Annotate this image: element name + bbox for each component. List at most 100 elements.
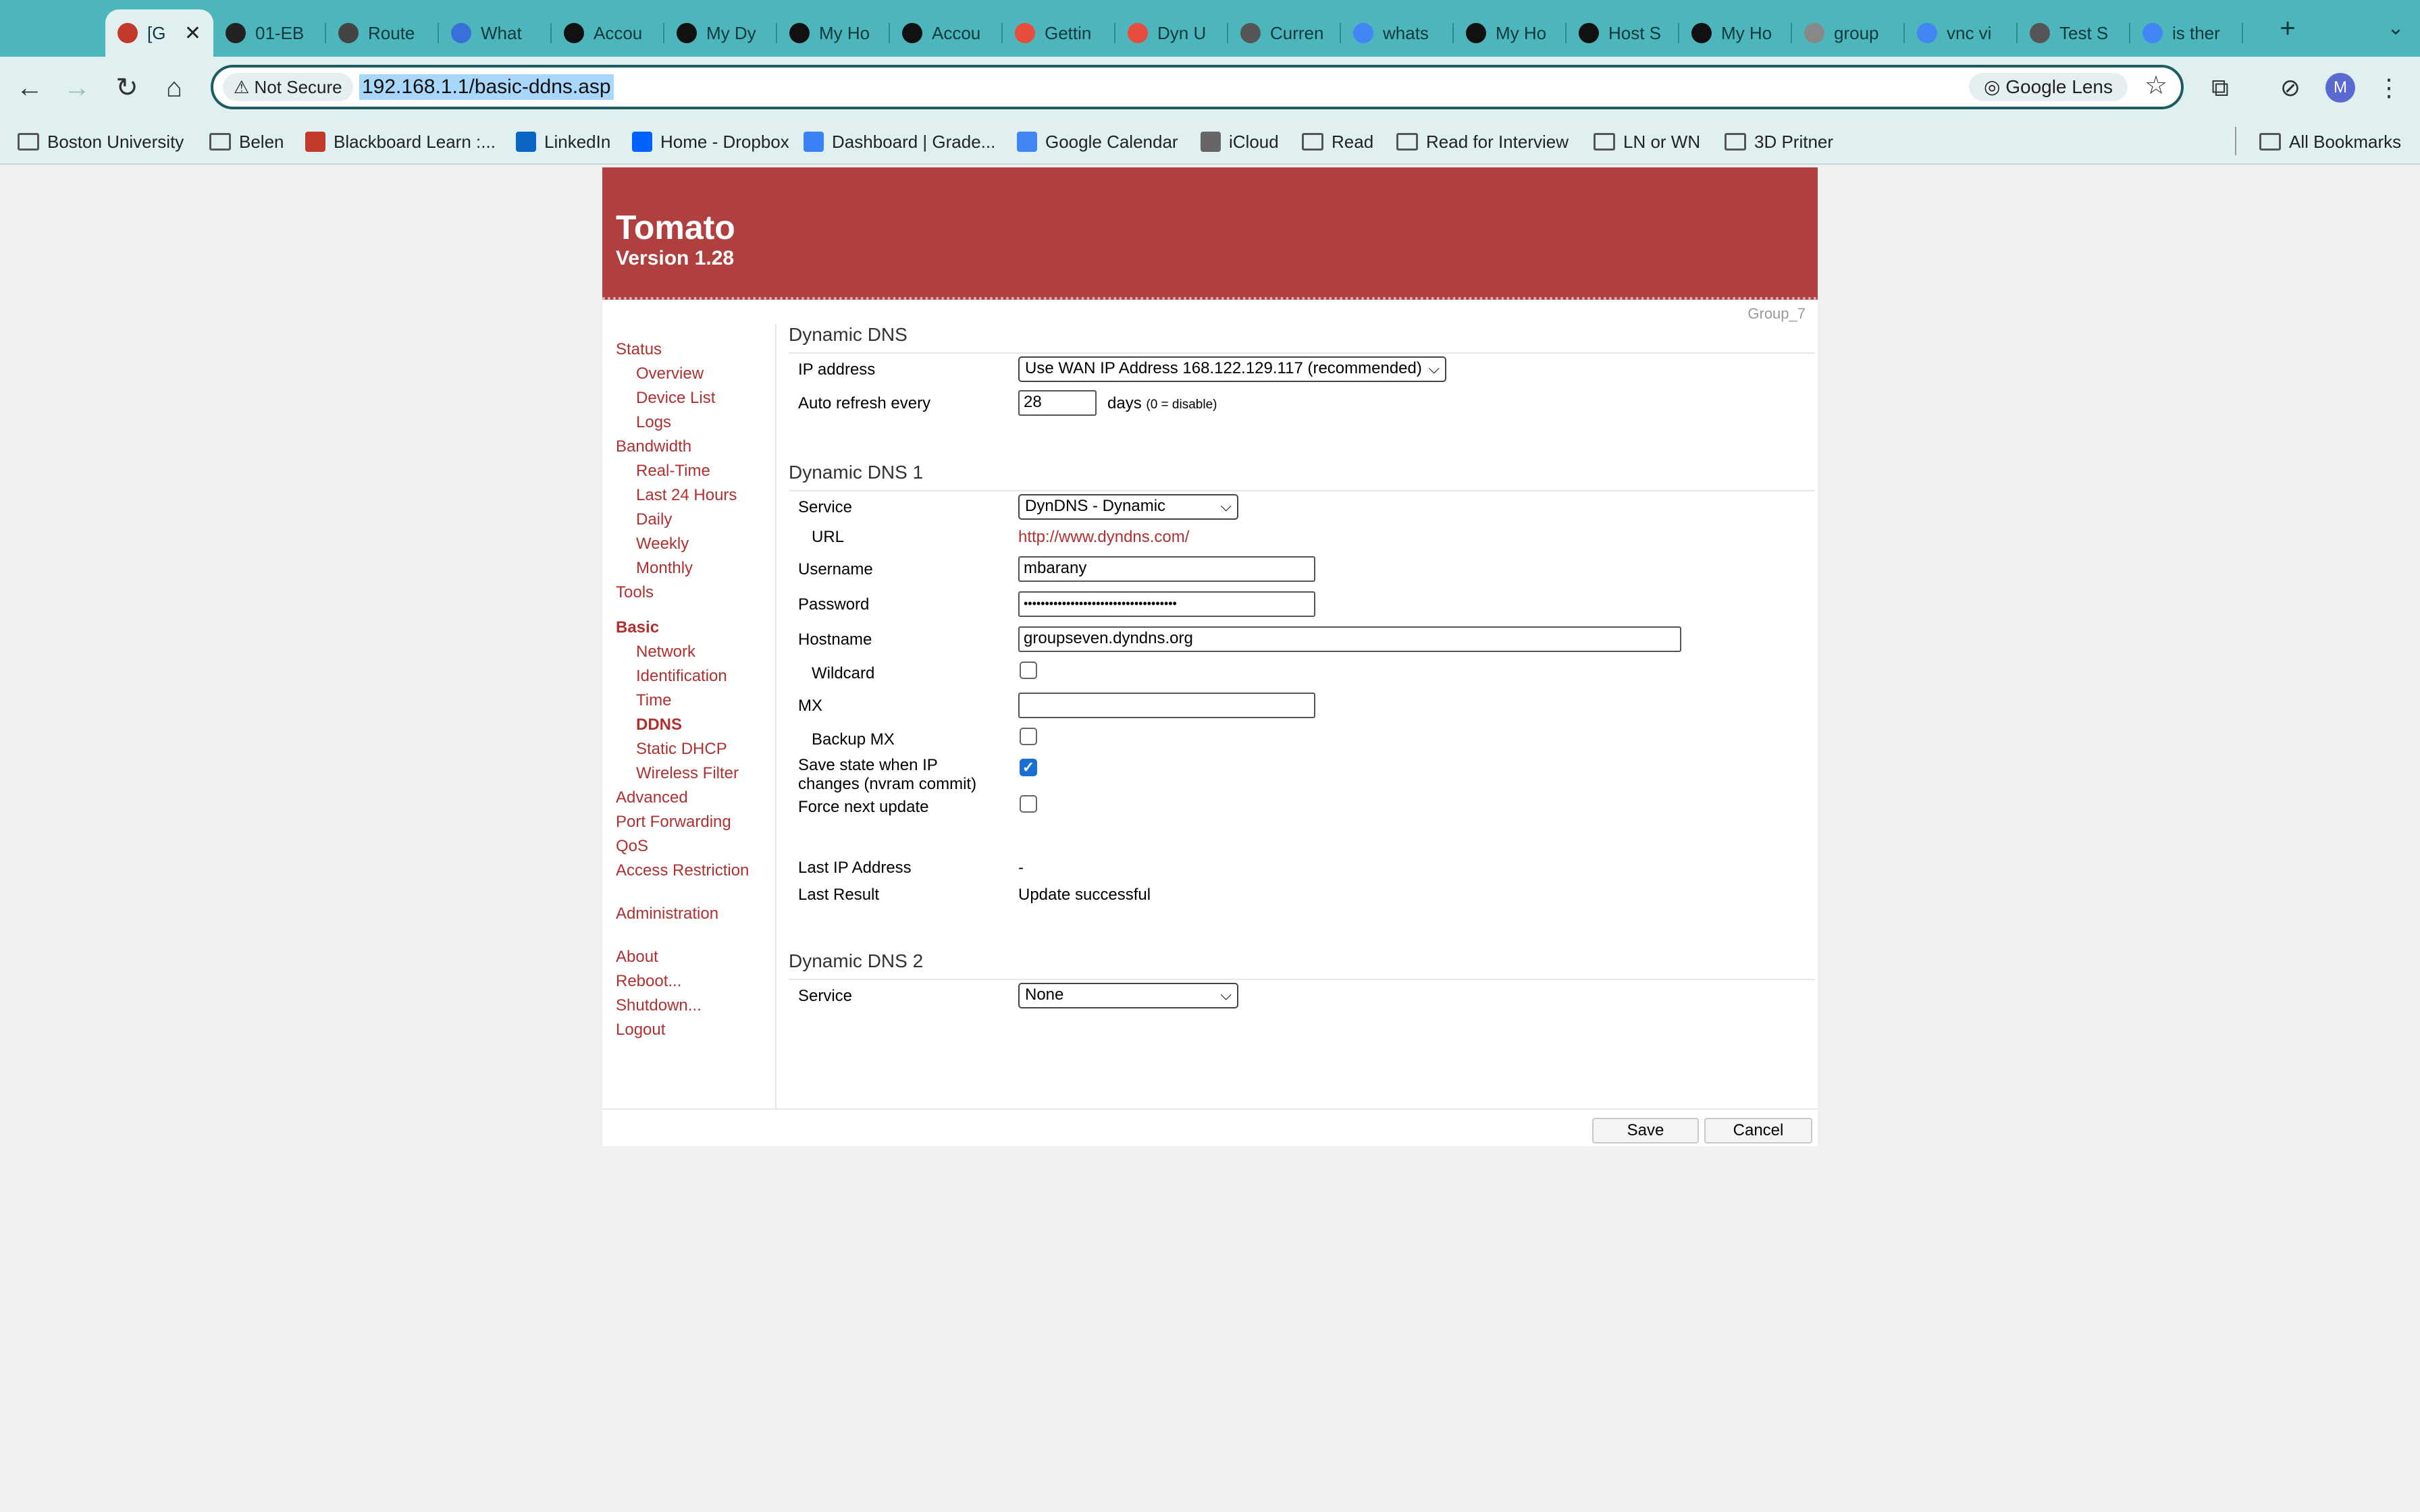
- google-lens-button[interactable]: ◎ Google Lens: [1969, 73, 2128, 101]
- sidebar-item-wireless-filter[interactable]: Wireless Filter: [636, 764, 739, 783]
- browser-tab[interactable]: [G ✕: [105, 9, 213, 57]
- wildcard-label: Wildcard: [812, 664, 875, 682]
- browser-tab[interactable]: Dyn U: [1115, 9, 1228, 57]
- sidebar-item-bandwidth[interactable]: Bandwidth: [616, 437, 691, 456]
- browser-tab[interactable]: Gettin: [1003, 9, 1115, 57]
- bookmark-item[interactable]: Read: [1302, 128, 1373, 155]
- sidebar-item-identification[interactable]: Identification: [636, 667, 727, 686]
- bookmark-item[interactable]: LN or WN: [1594, 128, 1700, 155]
- sidebar-item-daily[interactable]: Daily: [636, 510, 672, 529]
- bookmark-item[interactable]: Blackboard Learn :...: [305, 128, 496, 155]
- sidebar-item-logs[interactable]: Logs: [636, 413, 671, 432]
- browser-tab[interactable]: group: [1792, 9, 1905, 57]
- sidebar-item-network[interactable]: Network: [636, 643, 695, 662]
- auto-refresh-input[interactable]: 28: [1018, 390, 1097, 416]
- forward-icon[interactable]: →: [55, 66, 99, 109]
- mx-input[interactable]: [1018, 693, 1315, 718]
- sidebar-item-ddns[interactable]: DDNS: [636, 716, 682, 734]
- sidebar-item-tools[interactable]: Tools: [616, 583, 654, 602]
- sidebar-item-last-24-hours[interactable]: Last 24 Hours: [636, 486, 737, 505]
- sidebar-item-port-forwarding[interactable]: Port Forwarding: [616, 813, 731, 832]
- sidebar-item-reboot[interactable]: Reboot...: [616, 972, 681, 991]
- bookmark-item[interactable]: Belen: [209, 128, 284, 155]
- sidebar-item-advanced[interactable]: Advanced: [616, 788, 688, 807]
- force-update-checkbox[interactable]: [1020, 795, 1037, 813]
- browser-tab[interactable]: My Ho: [1454, 9, 1567, 57]
- browser-tab[interactable]: Route: [326, 9, 439, 57]
- sidebar-item-access-restriction[interactable]: Access Restriction: [616, 861, 749, 880]
- sidebar-item-device-list[interactable]: Device List: [636, 389, 715, 408]
- hostname-input[interactable]: groupseven.dyndns.org: [1018, 626, 1681, 652]
- service-url-link[interactable]: http://www.dyndns.com/: [1018, 528, 1189, 547]
- back-icon[interactable]: ←: [8, 66, 51, 109]
- sidebar-item-overview[interactable]: Overview: [636, 364, 704, 383]
- browser-tab[interactable]: My Ho: [777, 9, 890, 57]
- menu-kebab-icon[interactable]: ⋮: [2369, 68, 2409, 108]
- cancel-button[interactable]: Cancel: [1704, 1118, 1812, 1143]
- sidebar-item-real-time[interactable]: Real-Time: [636, 462, 710, 481]
- section-dynamic-dns-2: Dynamic DNS 2: [789, 950, 1815, 980]
- browser-tab[interactable]: My Ho: [1679, 9, 1792, 57]
- browser-chrome: [G ✕ 01-EB Route What Accou My Dy My Ho Accou Get…: [0, 0, 2420, 165]
- service-2-select[interactable]: None ⌵: [1018, 983, 1238, 1008]
- tab-favicon-icon: [677, 23, 697, 43]
- reload-icon[interactable]: ↻: [105, 66, 149, 109]
- wildcard-checkbox[interactable]: [1020, 662, 1037, 679]
- bookmark-item[interactable]: Google Calendar: [1017, 128, 1178, 155]
- bookmark-star-icon[interactable]: ☆: [2145, 70, 2167, 101]
- save-state-checkbox[interactable]: ✓: [1020, 759, 1037, 776]
- folder-icon: [18, 133, 39, 151]
- all-bookmarks-button[interactable]: All Bookmarks: [2259, 128, 2401, 155]
- bookmark-item[interactable]: Home - Dropbox: [632, 128, 789, 155]
- new-tab-icon[interactable]: +: [2269, 9, 2307, 47]
- sidebar-item-qos[interactable]: QoS: [616, 837, 648, 856]
- mx-label: MX: [798, 697, 822, 715]
- save-button[interactable]: Save: [1592, 1118, 1699, 1143]
- bookmark-item[interactable]: Boston University: [18, 128, 184, 155]
- sidebar-item-time[interactable]: Time: [636, 691, 671, 710]
- browser-tab[interactable]: Accou: [890, 9, 1003, 57]
- sidebar-item-about[interactable]: About: [616, 948, 658, 967]
- browser-tab[interactable]: What: [439, 9, 552, 57]
- bookmark-item[interactable]: LinkedIn: [516, 128, 610, 155]
- browser-tab[interactable]: Test S: [2018, 9, 2130, 57]
- browser-tab[interactable]: My Dy: [664, 9, 777, 57]
- bookmark-item[interactable]: iCloud: [1201, 128, 1279, 155]
- password-input[interactable]: ••••••••••••••••••••••••••••••••••••: [1018, 591, 1315, 617]
- browser-tab[interactable]: Accou: [552, 9, 664, 57]
- profile-avatar[interactable]: M: [2325, 73, 2355, 103]
- browser-tab[interactable]: 01-EB: [213, 9, 326, 57]
- extensions-icon[interactable]: ⧉: [2200, 68, 2240, 108]
- not-secure-badge[interactable]: ⚠ Not Secure: [223, 73, 353, 101]
- bookmark-label: LN or WN: [1623, 132, 1701, 152]
- browser-tab[interactable]: Host S: [1567, 9, 1679, 57]
- close-tab-icon[interactable]: ✕: [184, 22, 201, 45]
- home-icon[interactable]: ⌂: [153, 66, 196, 109]
- performance-icon[interactable]: ⊘: [2270, 68, 2311, 108]
- bookmark-item[interactable]: 3D Pritner: [1725, 128, 1833, 155]
- ip-address-select[interactable]: Use WAN IP Address 168.122.129.117 (reco…: [1018, 356, 1446, 382]
- address-bar[interactable]: ⚠ Not Secure 192.168.1.1/basic-ddns.asp …: [211, 65, 2184, 109]
- browser-tab[interactable]: Curren: [1228, 9, 1341, 57]
- sidebar-item-static-dhcp[interactable]: Static DHCP: [636, 740, 727, 759]
- browser-tab[interactable]: whats: [1341, 9, 1454, 57]
- sidebar-item-basic[interactable]: Basic: [616, 618, 659, 637]
- sidebar-item-status[interactable]: Status: [616, 340, 662, 359]
- bookmark-item[interactable]: Read for Interview: [1396, 128, 1569, 155]
- username-input[interactable]: mbarany: [1018, 556, 1315, 582]
- browser-tab[interactable]: vnc vi: [1905, 9, 2018, 57]
- sidebar-item-weekly[interactable]: Weekly: [636, 535, 689, 554]
- not-secure-label: Not Secure: [254, 77, 342, 97]
- sidebar-item-logout[interactable]: Logout: [616, 1021, 665, 1040]
- browser-tab[interactable]: is ther: [2130, 9, 2243, 57]
- bookmark-item[interactable]: Dashboard | Grade...: [804, 128, 995, 155]
- tab-search-chevron-icon[interactable]: ⌄: [2377, 9, 2415, 47]
- url-text[interactable]: 192.168.1.1/basic-ddns.asp: [359, 74, 614, 100]
- service-select[interactable]: DynDNS - Dynamic ⌵: [1018, 494, 1238, 520]
- sidebar-item-administration[interactable]: Administration: [616, 905, 718, 923]
- tab-label: Accou: [594, 22, 643, 43]
- chevron-down-icon: ⌵: [1220, 497, 1232, 514]
- sidebar-item-monthly[interactable]: Monthly: [636, 559, 693, 578]
- backup-mx-checkbox[interactable]: [1020, 728, 1037, 745]
- sidebar-item-shutdown[interactable]: Shutdown...: [616, 996, 702, 1015]
